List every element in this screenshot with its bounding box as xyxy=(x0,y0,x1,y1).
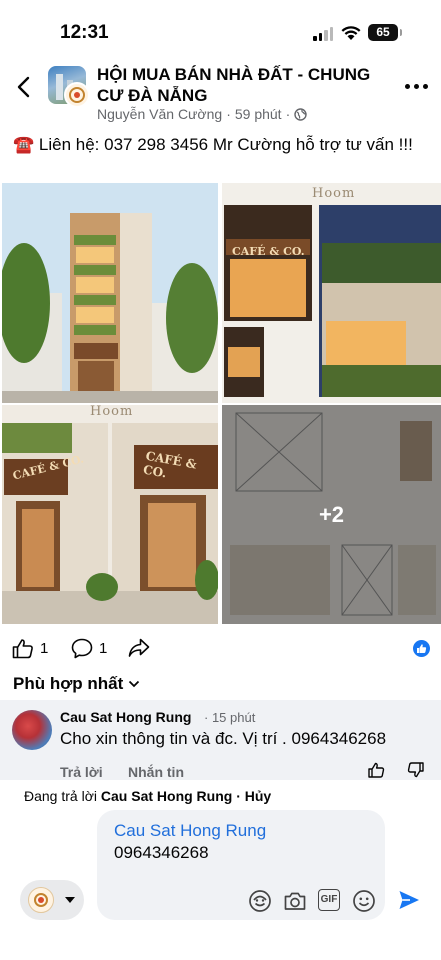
battery-icon: 65 xyxy=(368,24,402,41)
more-photos-overlay[interactable]: +2 xyxy=(222,405,441,624)
avatar-sticker-icon[interactable] xyxy=(248,889,272,913)
post-meta: Nguyễn Văn Cường · 59 phút · xyxy=(97,106,307,122)
status-bar: 12:31 65 xyxy=(0,0,441,64)
sort-label: Phù hợp nhất xyxy=(13,674,124,693)
photo-3[interactable]: Hoom CAFÉ & CO. CAFÉ & CO. xyxy=(2,405,218,624)
post-time: 59 phút xyxy=(234,106,282,122)
replying-prefix: Đang trả lời xyxy=(24,788,97,804)
reply-button[interactable]: Trả lời xyxy=(60,764,103,780)
comment-like-icon[interactable] xyxy=(368,762,385,778)
thumbs-up-icon xyxy=(12,639,33,659)
post-body: Liên hệ: 037 298 3456 Mr Cường hỗ trợ tư… xyxy=(38,135,413,154)
post-text: ☎️ Liên hệ: 037 298 3456 Mr Cường hỗ trợ… xyxy=(13,133,433,156)
account-switcher[interactable] xyxy=(20,880,84,920)
author-avatar[interactable] xyxy=(64,82,90,108)
camera-icon[interactable] xyxy=(283,889,307,913)
send-icon[interactable] xyxy=(398,889,420,911)
more-options-icon[interactable] xyxy=(405,84,428,89)
comment-bubble-icon xyxy=(71,638,93,659)
replying-to-name: Cau Sat Hong Rung xyxy=(100,788,233,804)
wifi-icon xyxy=(341,26,361,40)
comment-count: 1 xyxy=(99,640,108,657)
share-icon[interactable] xyxy=(128,638,150,658)
back-arrow-icon[interactable] xyxy=(16,76,32,98)
message-button[interactable]: Nhắn tin xyxy=(128,764,184,780)
mention-tag[interactable]: Cau Sat Hong Rung xyxy=(114,821,266,841)
photo-4-more[interactable]: +2 xyxy=(222,405,441,624)
status-time: 12:31 xyxy=(60,22,109,43)
telephone-icon: ☎️ xyxy=(13,135,35,154)
commenter-name[interactable]: Cau Sat Hong Rung xyxy=(60,709,191,725)
comment-time: · 15 phút xyxy=(204,710,256,725)
replying-to-banner: Đang trả lời Cau Sat Hong Rung · Hủy xyxy=(24,788,271,804)
like-count: 1 xyxy=(40,640,49,657)
group-title[interactable]: HỘI MUA BÁN NHÀ ĐẤT - CHUNG CƯ ĐÀ NẴNG xyxy=(97,64,387,106)
cancel-reply-button[interactable]: · Hủy xyxy=(236,788,271,804)
author-name[interactable]: Nguyễn Văn Cường xyxy=(97,106,222,122)
building-photo-illustration xyxy=(2,183,218,403)
cafe-storefront-illustration xyxy=(2,423,218,624)
comment-sort-dropdown[interactable]: Phù hợp nhất xyxy=(13,674,140,694)
cafe-sign-small: CAFÉ & CO. xyxy=(232,245,305,258)
caret-down-icon xyxy=(65,897,75,903)
comment-input-text[interactable]: 0964346268 xyxy=(114,843,209,863)
like-button[interactable]: 1 xyxy=(12,638,48,659)
photo-2[interactable]: Hoom CAFÉ & CO. xyxy=(222,183,441,403)
gif-icon[interactable]: GIF xyxy=(318,889,340,911)
comment-dislike-icon[interactable] xyxy=(407,762,424,778)
cafe-night-illustration xyxy=(224,205,441,397)
photo-1[interactable] xyxy=(2,183,218,403)
comment-text: Cho xin thông tin và đc. Vị trí . 096434… xyxy=(60,729,387,748)
commenter-avatar[interactable] xyxy=(12,710,52,750)
emoji-icon[interactable] xyxy=(352,889,376,913)
more-photos-count: +2 xyxy=(318,501,345,527)
current-user-avatar xyxy=(28,887,54,913)
globe-icon xyxy=(294,107,307,121)
meta-separator: · xyxy=(226,106,231,122)
chevron-down-icon xyxy=(129,680,140,688)
like-reaction-badge-icon xyxy=(413,640,430,657)
meta-separator-2: · xyxy=(285,106,291,122)
cellular-signal-icon xyxy=(313,27,333,41)
comment-button[interactable]: 1 xyxy=(71,638,107,659)
